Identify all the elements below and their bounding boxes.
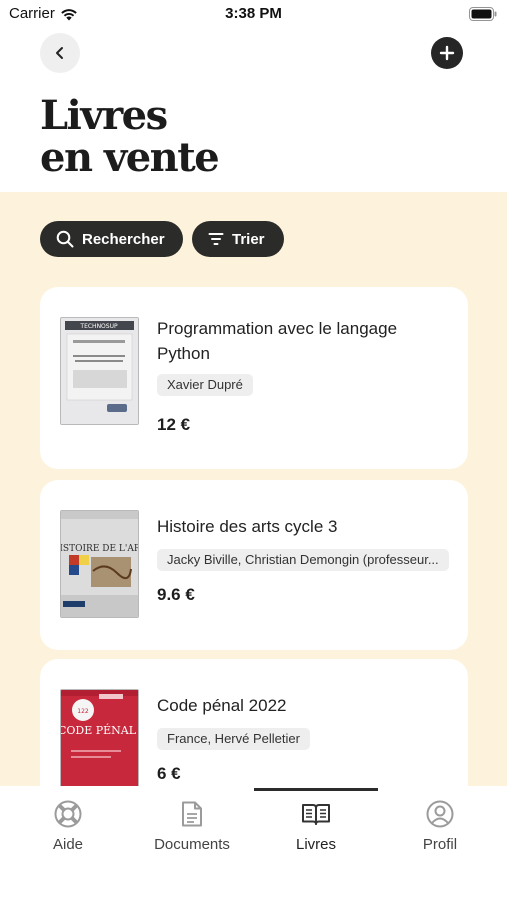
cover-title-text: CODE PÉNAL bbox=[61, 723, 137, 737]
book-card[interactable]: 122 CODE PÉNAL Code pénal 2022 France, H… bbox=[40, 659, 468, 786]
add-book-button[interactable] bbox=[431, 37, 463, 69]
user-circle-icon bbox=[426, 800, 454, 828]
tab-livres-label: Livres bbox=[295, 836, 336, 853]
tab-aide-label: Aide bbox=[52, 836, 84, 853]
book-author-tag: Jacky Biville, Christian Demongin (profe… bbox=[157, 549, 449, 571]
book-author-tag: Xavier Dupré bbox=[157, 374, 253, 396]
tab-documents[interactable]: Documents bbox=[129, 800, 255, 853]
cover-title-text: HISTOIRE DE L'ART bbox=[61, 544, 138, 554]
tab-profil-label: Profil bbox=[422, 836, 458, 853]
document-icon bbox=[182, 801, 202, 827]
chevron-left-icon bbox=[56, 47, 63, 59]
page-title: Livres en vente bbox=[40, 92, 220, 181]
book-card[interactable]: HISTOIRE DE L'ART Histoire des arts cycl… bbox=[40, 480, 468, 650]
book-cover-image: HISTOIRE DE L'ART bbox=[60, 510, 139, 618]
svg-text:122: 122 bbox=[77, 708, 89, 715]
book-card[interactable]: TECHNOSUP Programmation avec le langage … bbox=[40, 287, 468, 469]
status-time: 3:38 PM bbox=[225, 5, 282, 22]
book-cover-image: 122 CODE PÉNAL bbox=[60, 689, 139, 786]
active-tab-indicator bbox=[254, 788, 378, 791]
book-list-area[interactable]: Rechercher Trier TECHNOSUP Programmation… bbox=[0, 192, 507, 786]
search-button-label: Rechercher bbox=[82, 230, 165, 248]
back-button[interactable] bbox=[40, 33, 80, 73]
book-price: 12 € bbox=[157, 415, 191, 434]
open-book-icon bbox=[302, 804, 330, 825]
book-title: Programmation avec le langage Python bbox=[157, 319, 398, 363]
page-title-line2: en vente bbox=[40, 134, 220, 181]
plus-icon bbox=[439, 45, 455, 61]
book-price: 6 € bbox=[157, 764, 181, 783]
lifebuoy-icon bbox=[54, 800, 82, 828]
book-author-tag: France, Hervé Pelletier bbox=[157, 728, 310, 750]
book-price: 9.6 € bbox=[157, 585, 195, 604]
tab-aide[interactable]: Aide bbox=[5, 800, 131, 853]
status-bar: Carrier 3:38 PM bbox=[0, 0, 507, 30]
tab-profil[interactable]: Profil bbox=[377, 800, 503, 853]
book-title: Code pénal 2022 bbox=[157, 696, 287, 715]
sort-button-label: Trier bbox=[232, 230, 265, 248]
page-title-line1: Livres bbox=[40, 92, 168, 139]
battery-icon bbox=[469, 7, 497, 21]
book-title: Histoire des arts cycle 3 bbox=[157, 517, 338, 536]
book-cover-image: TECHNOSUP bbox=[60, 317, 139, 425]
search-icon bbox=[56, 230, 74, 248]
tab-documents-label: Documents bbox=[154, 836, 230, 853]
search-button[interactable]: Rechercher bbox=[40, 221, 183, 257]
sort-button[interactable]: Trier bbox=[192, 221, 284, 257]
cover-publisher-text: TECHNOSUP bbox=[79, 323, 118, 330]
sort-icon bbox=[208, 233, 224, 245]
tab-livres[interactable]: Livres bbox=[253, 800, 379, 853]
